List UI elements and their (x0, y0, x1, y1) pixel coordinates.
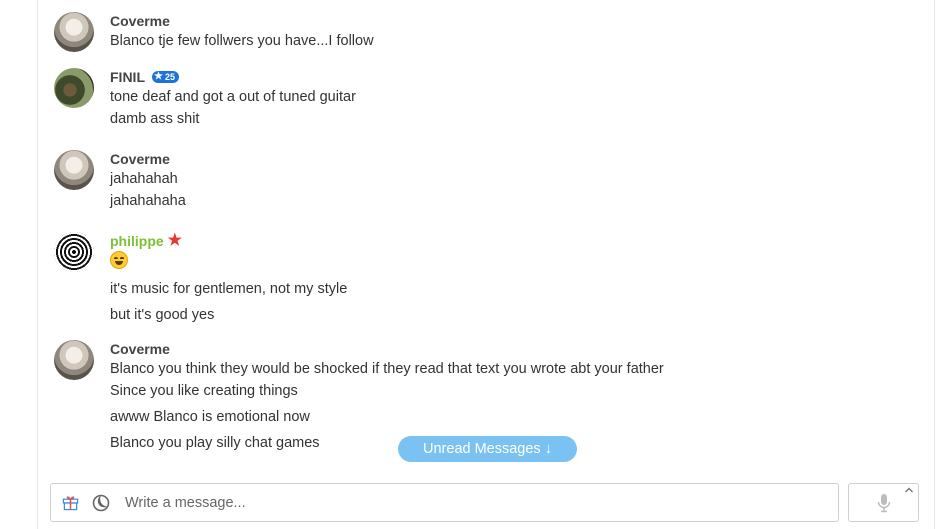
star-icon: ★ (167, 232, 183, 249)
message-text: Blanco you think they would be shocked i… (110, 361, 664, 377)
grinning-face-icon (110, 251, 128, 269)
level-badge: ★ 25 (152, 71, 179, 83)
username[interactable]: Coverme (110, 11, 924, 31)
avatar[interactable] (54, 12, 94, 52)
unread-messages-button[interactable]: Unread Messages ↓ (398, 436, 577, 462)
message-text: Since you like creating things (110, 383, 298, 399)
avatar[interactable] (54, 232, 94, 272)
username[interactable]: philippe ★ (110, 231, 924, 251)
username[interactable]: Coverme (110, 339, 924, 359)
unread-messages-label: Unread Messages ↓ (423, 441, 552, 457)
message-text: damb ass shit (110, 111, 200, 127)
message-input[interactable] (125, 490, 825, 516)
avatar[interactable] (54, 340, 94, 380)
moon-icon[interactable] (91, 493, 111, 513)
message-text: tone deaf and got a out of tuned guitar (110, 89, 356, 105)
username[interactable]: Coverme (110, 149, 924, 169)
message-text: but it's good yes (110, 307, 215, 323)
message-text: jahahahah (110, 171, 178, 187)
message-text: it's music for gentlemen, not my style (110, 281, 348, 297)
chat-panel: Coverme Blanco tje few follwers you have… (37, 0, 935, 529)
message-composer (50, 483, 839, 522)
message-text: Blanco tje few follwers you have...I fol… (110, 33, 374, 49)
gift-icon[interactable] (62, 494, 79, 511)
avatar[interactable] (54, 150, 94, 190)
message-list[interactable]: Coverme Blanco tje few follwers you have… (38, 0, 934, 475)
message-emoji (110, 251, 924, 279)
avatar[interactable] (54, 68, 94, 108)
message-text: awww Blanco is emotional now (110, 409, 310, 425)
microphone-icon (877, 494, 891, 513)
username[interactable]: FINIL ★ 25 (110, 67, 924, 87)
chevron-up-icon[interactable] (904, 486, 914, 494)
message-text: jahahahaha (110, 193, 186, 209)
star-icon: ★ (154, 71, 163, 82)
